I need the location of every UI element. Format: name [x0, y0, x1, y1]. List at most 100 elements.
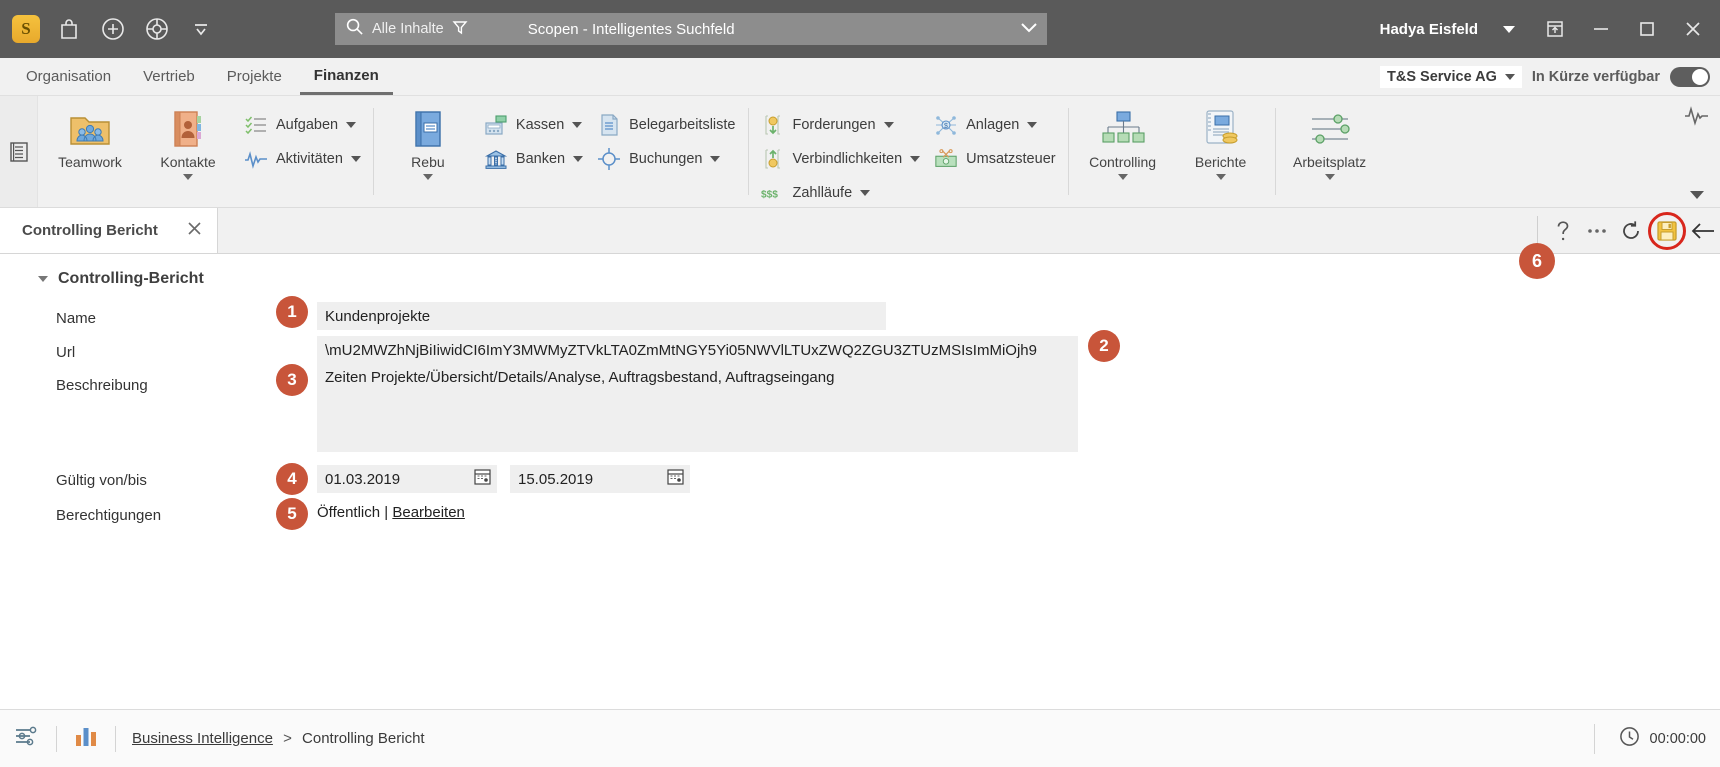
menu-item-vertrieb[interactable]: Vertrieb [129, 58, 209, 95]
cash-register-icon [484, 113, 508, 137]
search-input[interactable]: Scopen - Intelligentes Suchfeld [528, 21, 735, 38]
calendar-icon[interactable] [474, 468, 491, 490]
ribbon-label-aktivitaeten: Aktivitäten [276, 151, 343, 167]
refresh-icon[interactable] [1614, 214, 1648, 248]
menu-item-projekte[interactable]: Projekte [213, 58, 296, 95]
chevron-down-icon[interactable] [1117, 174, 1128, 180]
ribbon-right-controls [1674, 96, 1720, 207]
status-right: 00:00:00 [1593, 723, 1706, 754]
availability-toggle[interactable] [1670, 66, 1710, 87]
form-group-title[interactable]: Controlling-Bericht [38, 270, 204, 288]
calendar-icon[interactable] [667, 468, 684, 490]
close-icon[interactable] [186, 220, 203, 242]
timer-value: 00:00:00 [1649, 730, 1706, 747]
app-logo[interactable]: S [12, 15, 40, 43]
chevron-down-icon[interactable] [1027, 122, 1038, 128]
menu-item-organisation[interactable]: Organisation [12, 58, 125, 95]
chevron-down-icon[interactable] [860, 190, 871, 196]
clock-icon[interactable] [1619, 726, 1640, 752]
toolbar-divider [1537, 215, 1538, 246]
pulse-icon[interactable] [1684, 104, 1710, 131]
global-search-bar[interactable]: Alle Inhalte Scopen - Intelligentes Such… [335, 13, 1047, 45]
coin-out-icon [761, 147, 785, 171]
chevron-down-icon[interactable] [710, 156, 721, 162]
ribbon-button-teamwork[interactable]: Teamwork [48, 104, 132, 170]
description-textarea[interactable] [317, 362, 1078, 452]
highlight-ring [1648, 211, 1686, 250]
ribbon-item-kassen[interactable]: Kassen [484, 112, 583, 138]
ribbon-label-rebu: Rebu [411, 154, 445, 170]
ribbon-item-aktivitaeten[interactable]: Aktivitäten [244, 146, 361, 172]
save-button[interactable] [1648, 211, 1686, 250]
application-window: S Alle Inhalte Scopen - Intelligentes Su… [0, 0, 1720, 767]
more-options-icon[interactable] [1580, 214, 1614, 248]
chevron-down-icon[interactable] [183, 174, 193, 180]
ribbon-button-controlling[interactable]: Controlling [1081, 104, 1165, 180]
ribbon-item-forderungen[interactable]: Forderungen [761, 112, 921, 138]
ribbon-button-rebu[interactable]: Rebu [386, 104, 470, 180]
chevron-down-icon[interactable] [422, 174, 433, 180]
chevron-down-icon[interactable] [1324, 174, 1335, 180]
document-tab-controlling-bericht[interactable]: Controlling Bericht [0, 208, 218, 253]
step-badge-6: 6 [1519, 243, 1555, 279]
chevron-down-icon[interactable] [573, 156, 584, 162]
compass-icon[interactable] [142, 14, 172, 44]
chevron-down-icon[interactable] [883, 122, 894, 128]
funnel-icon[interactable] [452, 19, 468, 40]
maximize-icon[interactable] [1624, 7, 1670, 51]
ribbon-item-buchungen[interactable]: Buchungen [597, 146, 735, 172]
ribbon-button-berichte[interactable]: Berichte [1179, 104, 1263, 180]
document-list-icon [597, 113, 621, 137]
company-selector[interactable]: T&S Service AG [1380, 65, 1522, 88]
ribbon-item-belegarbeitsliste[interactable]: Belegarbeitsliste [597, 112, 736, 138]
ribbon-button-arbeitsplatz[interactable]: Arbeitsplatz [1288, 104, 1372, 180]
ribbon-item-aufgaben[interactable]: Aufgaben [244, 112, 361, 138]
breadcrumb: Business Intelligence > Controlling Beri… [132, 730, 425, 747]
ribbon-button-kontakte[interactable]: Kontakte [146, 104, 230, 180]
ribbon-label-forderungen: Forderungen [792, 117, 876, 133]
ribbon-item-zahllaeufe[interactable]: $$$ Zahlläufe [761, 180, 921, 206]
panel-list-icon[interactable] [0, 96, 38, 207]
chevron-down-icon[interactable] [910, 156, 921, 162]
validity-from-field[interactable]: 01.03.2019 [317, 465, 497, 493]
filter-list-icon[interactable] [14, 724, 40, 753]
close-icon[interactable] [1670, 7, 1716, 51]
validity-to-field[interactable]: 15.05.2019 [510, 465, 690, 493]
team-folder-icon [67, 108, 113, 152]
money-flow-icon: $$$ [761, 181, 785, 205]
breadcrumb-link-business-intelligence[interactable]: Business Intelligence [132, 730, 273, 747]
ribbon-item-anlagen[interactable]: $ Anlagen [934, 112, 1055, 138]
chevron-down-icon[interactable] [186, 14, 216, 44]
minimize-icon[interactable] [1578, 7, 1624, 51]
breadcrumb-current: Controlling Bericht [302, 730, 425, 747]
menu-item-finanzen[interactable]: Finanzen [299, 58, 393, 95]
blue-book-icon [409, 108, 447, 152]
help-icon[interactable] [1546, 214, 1580, 248]
form-group-title-label: Controlling-Bericht [58, 270, 204, 287]
ribbon-stack-anlagen: $ Anlagen Umsatzsteuer [934, 104, 1056, 172]
ribbon-item-verbindlichkeiten[interactable]: Verbindlichkeiten [761, 146, 921, 172]
chevron-down-icon[interactable] [346, 122, 357, 128]
name-input[interactable] [317, 302, 886, 330]
plus-circle-icon[interactable] [98, 14, 128, 44]
chevron-down-icon[interactable] [350, 156, 361, 162]
chevron-down-icon[interactable] [1690, 191, 1704, 199]
search-scope-label[interactable]: Alle Inhalte [372, 21, 444, 37]
chevron-down-icon[interactable] [1021, 20, 1037, 38]
ribbon-item-banken[interactable]: $ Banken [484, 146, 584, 172]
ribbon-group-forderungen: Forderungen Verbindlichkeiten $$$ Zahllä… [751, 96, 1066, 207]
restore-panel-icon[interactable] [1532, 7, 1578, 51]
bar-chart-icon[interactable] [73, 723, 99, 754]
label-url: Url [56, 344, 76, 361]
chevron-down-icon[interactable] [1486, 7, 1532, 51]
back-arrow-icon[interactable] [1686, 214, 1720, 248]
bag-icon[interactable] [54, 14, 84, 44]
chevron-down-icon[interactable] [1215, 174, 1226, 180]
ribbon-divider [1274, 108, 1276, 195]
url-input[interactable] [317, 336, 1078, 364]
permissions-edit-link[interactable]: Bearbeiten [392, 504, 465, 521]
collapse-triangle-icon[interactable] [38, 276, 48, 282]
chevron-down-icon[interactable] [572, 122, 583, 128]
user-name-label[interactable]: Hadya Eisfeld [1380, 21, 1478, 38]
ribbon-item-umsatzsteuer[interactable]: Umsatzsteuer [934, 146, 1056, 172]
